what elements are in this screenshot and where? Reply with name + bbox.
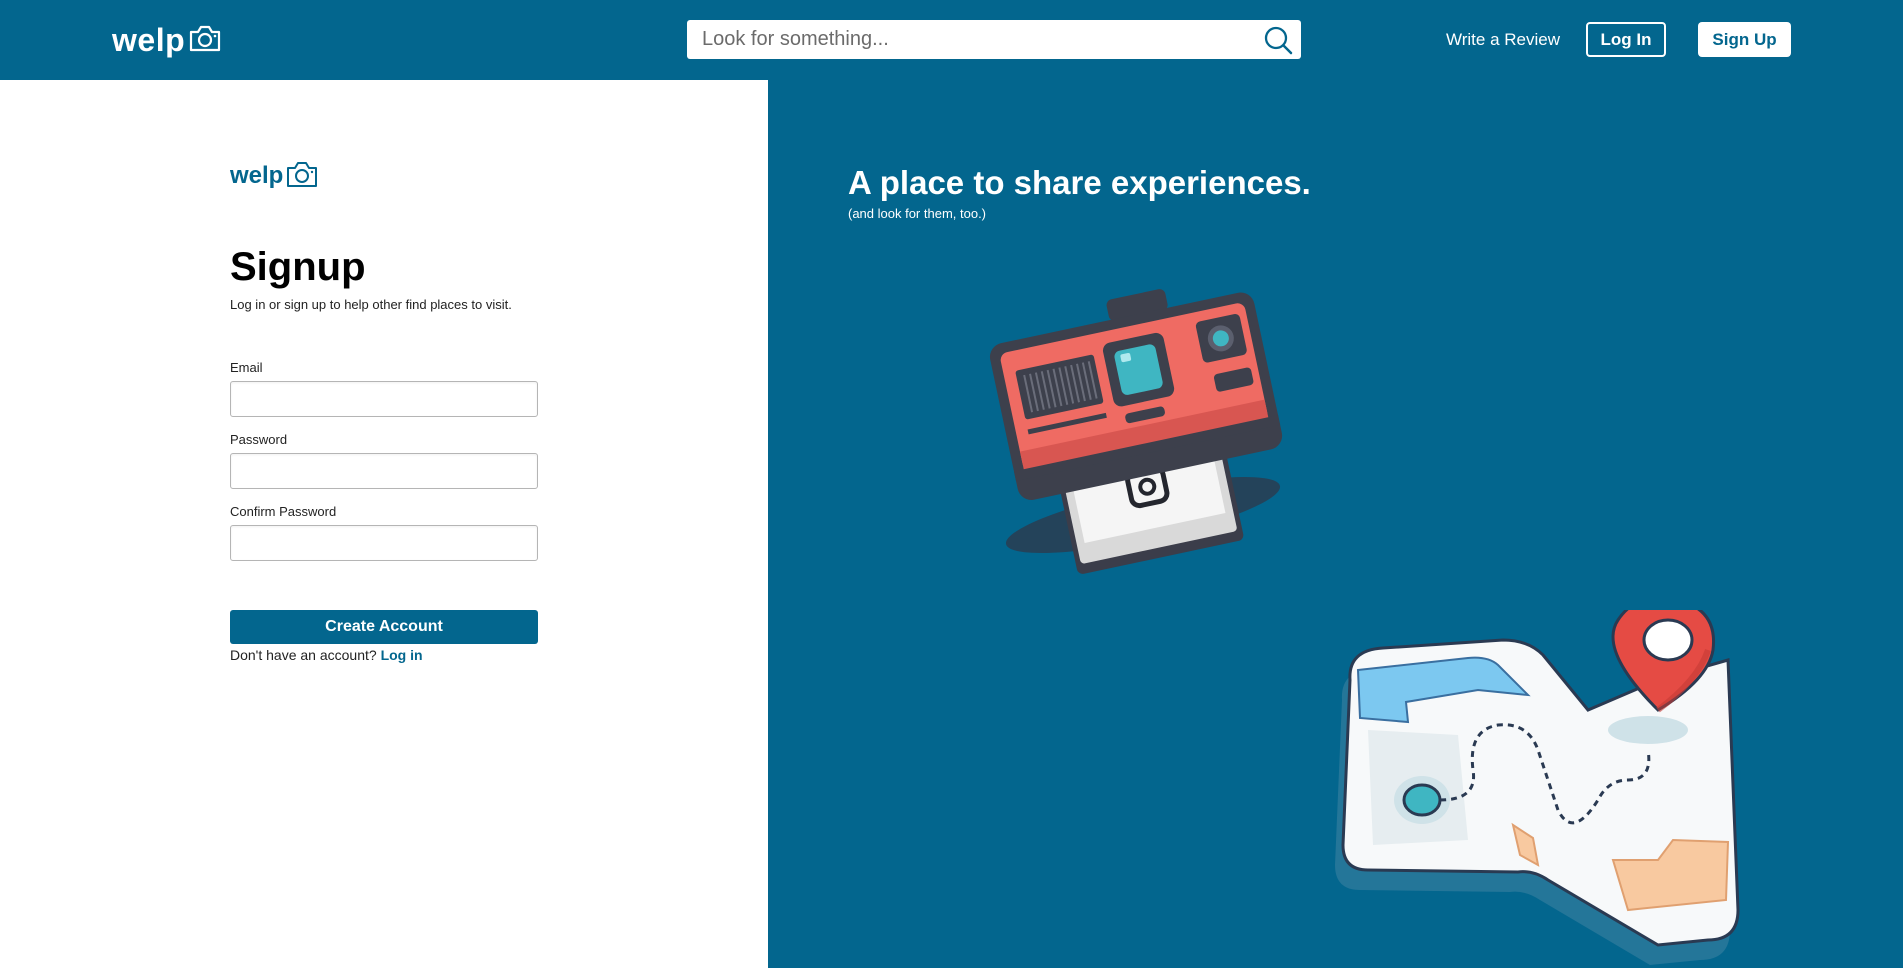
instant-camera-illustration bbox=[989, 289, 1283, 574]
page-subtitle: Log in or sign up to help other find pla… bbox=[230, 297, 512, 312]
search-bar bbox=[687, 20, 1301, 59]
form-logo: welp bbox=[230, 161, 318, 190]
password-field[interactable] bbox=[230, 453, 538, 489]
camera-icon bbox=[190, 25, 221, 51]
nav-logo[interactable]: welp bbox=[112, 22, 221, 59]
signup-panel: welp Signup Log in or sign up to help ot… bbox=[0, 80, 768, 968]
hero-subtitle: (and look for them, too.) bbox=[848, 206, 987, 221]
search-icon[interactable] bbox=[1263, 25, 1293, 55]
hero-title: A place to share experiences. bbox=[848, 164, 1311, 201]
create-account-button[interactable]: Create Account bbox=[230, 610, 538, 644]
password-label: Password bbox=[230, 432, 288, 447]
nav-logo-text: welp bbox=[112, 22, 186, 58]
login-button[interactable]: Log In bbox=[1586, 22, 1666, 57]
form-logo-text: welp bbox=[230, 162, 284, 189]
login-prompt: Don't have an account? Log in bbox=[230, 647, 423, 663]
no-account-text: Don't have an account? bbox=[230, 647, 377, 663]
map-illustration bbox=[1335, 610, 1740, 965]
email-field[interactable] bbox=[230, 381, 538, 417]
write-review-link[interactable]: Write a Review bbox=[1446, 30, 1560, 50]
email-label: Email bbox=[230, 360, 263, 375]
hero-panel: A place to share experiences. (and look … bbox=[768, 80, 1903, 968]
confirm-password-label: Confirm Password bbox=[230, 504, 337, 519]
camera-icon bbox=[287, 161, 318, 187]
page-title: Signup bbox=[230, 245, 366, 289]
confirm-password-field[interactable] bbox=[230, 525, 538, 561]
signup-button[interactable]: Sign Up bbox=[1698, 22, 1791, 57]
top-navbar: welp Write a Review Log In Sign Up bbox=[0, 0, 1903, 80]
search-input[interactable] bbox=[687, 20, 1247, 59]
login-link[interactable]: Log in bbox=[381, 647, 423, 663]
